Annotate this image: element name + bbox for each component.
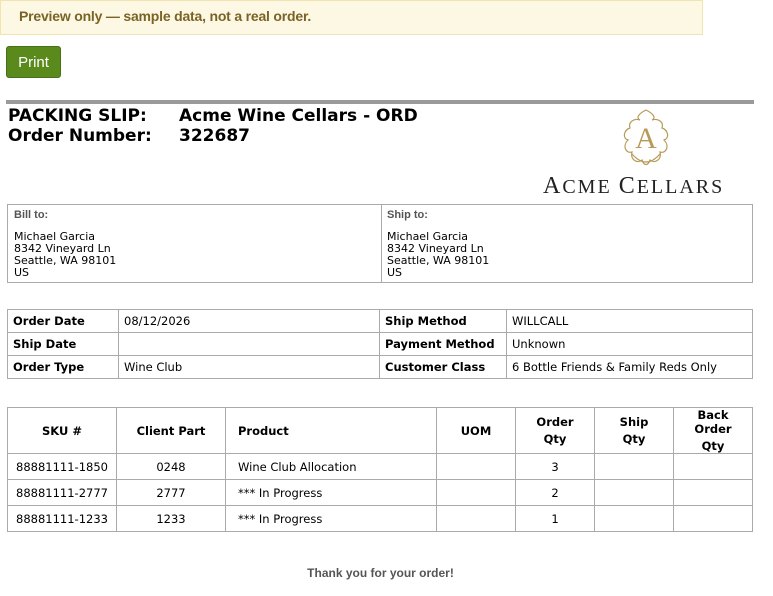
- payment-method-label: Payment Method: [379, 332, 507, 356]
- col-uom: UOM: [436, 407, 516, 454]
- logo-word-rest-2: ELLARS: [636, 176, 725, 198]
- col-order-qty-line2: Qty: [543, 432, 567, 446]
- col-sku: SKU #: [7, 407, 117, 454]
- cell-sku: 88881111-1233: [7, 505, 117, 532]
- table-row: Order Type Wine Club Customer Class 6 Bo…: [7, 355, 753, 379]
- ship-to-label: Ship to:: [387, 209, 428, 221]
- col-product: Product: [225, 407, 437, 454]
- cell-back-order-qty: [673, 479, 753, 506]
- cell-sku: 88881111-1850: [7, 453, 117, 480]
- ship-date-value: [118, 332, 380, 356]
- cell-order-qty: 2: [515, 479, 595, 506]
- cell-order-qty: 1: [515, 505, 595, 532]
- cell-product: *** In Progress: [225, 479, 437, 506]
- col-back-order-qty: Back Order Qty: [673, 407, 753, 454]
- col-client-part: Client Part: [116, 407, 226, 454]
- order-number-label: Order Number:: [8, 126, 152, 146]
- cell-uom: [436, 479, 516, 506]
- ship-to: Ship to: Michael Garcia 8342 Vineyard Ln…: [387, 209, 489, 279]
- col-order-qty-line1: Order: [536, 415, 574, 429]
- cell-product: *** In Progress: [225, 505, 437, 532]
- logo-monogram-letter: A: [635, 122, 657, 155]
- company-name: Acme Wine Cellars - ORD: [179, 106, 418, 126]
- logo-monogram-icon: A: [623, 109, 669, 166]
- cell-back-order-qty: [673, 505, 753, 532]
- ship-to-line: Seattle, WA 98101: [387, 254, 490, 267]
- payment-method-value: Unknown: [506, 332, 753, 356]
- ship-date-label: Ship Date: [7, 332, 119, 356]
- logo-letter-c: C: [618, 173, 637, 199]
- col-ship-qty: Ship Qty: [594, 407, 674, 454]
- notice-text: Preview only — sample data, not a real o…: [19, 8, 312, 24]
- cell-uom: [436, 505, 516, 532]
- ship-to-line: US: [387, 266, 403, 279]
- col-ship-qty-line2: Qty: [622, 432, 646, 446]
- logo-wordmark: ACME CELLARS: [543, 173, 724, 200]
- order-type-value: Wine Club: [118, 355, 380, 379]
- order-info-table: Order Date 08/12/2026 Ship Method WILLCA…: [7, 309, 753, 379]
- packing-slip-label: PACKING SLIP:: [8, 106, 147, 126]
- table-row: 88881111-1850 0248 Wine Club Allocation …: [7, 453, 753, 480]
- table-row: Order Date 08/12/2026 Ship Method WILLCA…: [7, 309, 753, 333]
- order-date-value: 08/12/2026: [118, 309, 380, 333]
- cell-ship-qty: [594, 479, 674, 506]
- header-rule: [6, 100, 754, 104]
- preview-notice: Preview only — sample data, not a real o…: [0, 0, 703, 35]
- logo-letter-a: A: [543, 173, 563, 199]
- cell-sku: 88881111-2777: [7, 479, 117, 506]
- cell-ship-qty: [594, 453, 674, 480]
- table-row: Ship Date Payment Method Unknown: [7, 332, 753, 356]
- table-row: 88881111-1233 1233 *** In Progress 1: [7, 505, 753, 532]
- order-type-label: Order Type: [7, 355, 119, 379]
- col-order-qty: Order Qty: [515, 407, 595, 454]
- table-row: 88881111-2777 2777 *** In Progress 2: [7, 479, 753, 506]
- bill-to-line: Seattle, WA 98101: [14, 254, 117, 267]
- cell-ship-qty: [594, 505, 674, 532]
- customer-class-label: Customer Class: [379, 355, 507, 379]
- logo-word-rest-1: CME: [562, 176, 619, 198]
- col-back-order-qty-line2: Qty: [701, 439, 725, 453]
- bill-to-line: US: [14, 266, 30, 279]
- table-header-row: SKU # Client Part Product UOM Order Qty S…: [7, 407, 753, 454]
- col-ship-qty-line1: Ship: [619, 415, 649, 429]
- bill-to: Bill to: Michael Garcia 8342 Vineyard Ln…: [14, 209, 116, 279]
- items-table: SKU # Client Part Product UOM Order Qty S…: [7, 407, 753, 532]
- customer-class-value: 6 Bottle Friends & Family Reds Only: [506, 355, 753, 379]
- cell-client-part: 2777: [116, 479, 226, 506]
- cell-client-part: 1233: [116, 505, 226, 532]
- print-button[interactable]: Print: [6, 46, 61, 78]
- col-back-order-qty-line1: Back Order: [694, 408, 732, 436]
- cell-back-order-qty: [673, 453, 753, 480]
- cell-uom: [436, 453, 516, 480]
- order-number: 322687: [179, 126, 250, 146]
- address-box: Bill to: Michael Garcia 8342 Vineyard Ln…: [7, 204, 753, 283]
- cell-client-part: 0248: [116, 453, 226, 480]
- bill-to-label: Bill to:: [14, 209, 49, 221]
- ship-method-value: WILLCALL: [506, 309, 753, 333]
- ship-method-label: Ship Method: [379, 309, 507, 333]
- address-divider: [381, 205, 382, 282]
- order-date-label: Order Date: [7, 309, 119, 333]
- cell-product: Wine Club Allocation: [225, 453, 437, 480]
- cell-order-qty: 3: [515, 453, 595, 480]
- thank-you-message: Thank you for your order!: [307, 566, 454, 580]
